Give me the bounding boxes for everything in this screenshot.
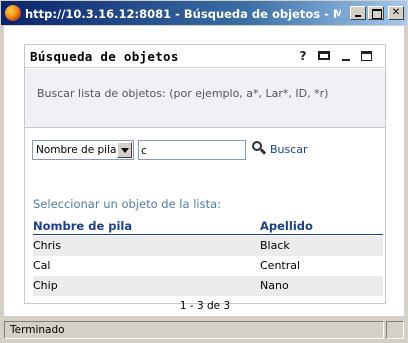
cell-first-name[interactable]: Cal [33,259,50,273]
results-table-header: Nombre de pila Apellido [33,219,383,235]
window-title: http://10.3.16.12:8081 - Búsqueda de obj… [25,7,341,21]
table-row[interactable]: Chip Nano [33,276,383,296]
window-close-button[interactable]: ✕ [388,6,404,20]
search-hint: Buscar lista de objetos: (por ejemplo, a… [37,87,329,100]
minimize-icon[interactable] [340,48,352,64]
column-header-first-name[interactable]: Nombre de pila [33,219,132,234]
browser-content: Búsqueda de objetos ? Buscar lista de ob… [4,26,404,316]
window-title-bar[interactable]: http://10.3.16.12:8081 - Búsqueda de obj… [0,0,408,26]
search-input[interactable] [138,140,246,160]
object-search-portlet: Búsqueda de objetos ? Buscar lista de ob… [24,44,386,312]
status-side-panel [386,321,404,339]
status-text: Terminado [10,324,65,336]
search-row: Nombre de pila Buscar [32,139,372,161]
search-hint-panel: Buscar lista de objetos: (por ejemplo, a… [25,69,385,128]
attribute-select[interactable]: Nombre de pila [32,140,134,160]
search-button[interactable]: Buscar [270,143,308,157]
chevron-down-icon[interactable] [117,142,132,158]
print-icon[interactable] [317,48,331,64]
help-icon[interactable]: ? [297,48,309,64]
window-minimize-button[interactable] [350,6,366,20]
column-header-last-name[interactable]: Apellido [260,219,313,234]
window-maximize-button[interactable] [368,6,384,20]
cell-first-name[interactable]: Chip [33,279,58,293]
cell-first-name[interactable]: Chris [33,239,61,253]
portlet-header: Búsqueda de objetos ? [25,45,385,68]
cell-last-name[interactable]: Black [260,239,290,253]
pagination-info: 1 - 3 de 3 [179,300,231,312]
table-row[interactable]: Cal Central [33,256,383,276]
cell-last-name[interactable]: Nano [260,279,289,293]
status-bar: Terminado [0,317,408,343]
maximize-icon[interactable] [359,48,373,64]
select-object-prompt: Seleccionar un objeto de la lista: [33,197,222,211]
table-row[interactable]: Chris Black [33,236,383,256]
portlet-title: Búsqueda de objetos [30,49,179,64]
firefox-icon [5,5,21,21]
status-panel: Terminado [4,321,384,339]
cell-last-name[interactable]: Central [260,259,300,273]
search-icon[interactable] [251,140,267,156]
attribute-select-value: Nombre de pila [36,144,117,156]
